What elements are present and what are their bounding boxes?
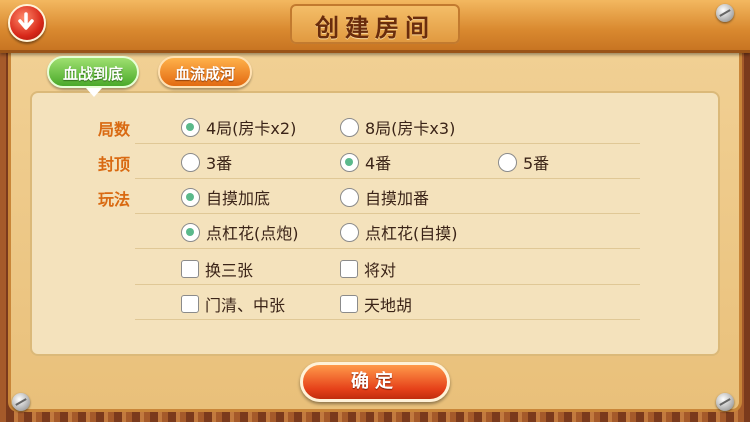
cap-option-5[interactable]: 5番 bbox=[498, 150, 549, 174]
radio-selected bbox=[340, 152, 359, 172]
screw-bottom-left bbox=[12, 393, 30, 411]
row-divider bbox=[135, 143, 640, 144]
row-divider bbox=[135, 213, 640, 214]
play-option-self-draw-base[interactable]: 自摸加底 bbox=[181, 185, 270, 209]
radio-selected bbox=[181, 222, 200, 242]
checkbox-pairs[interactable]: 将对 bbox=[340, 257, 396, 281]
tab-pointer bbox=[86, 88, 102, 97]
option-label: 4局(房卡x2) bbox=[206, 119, 297, 138]
back-arrow-icon bbox=[18, 12, 34, 30]
tab-xueliu[interactable]: 血流成河 bbox=[158, 56, 252, 88]
row-divider bbox=[135, 284, 640, 285]
cap-option-3[interactable]: 3番 bbox=[181, 150, 232, 174]
confirm-button[interactable]: 确定 bbox=[300, 362, 450, 402]
screw-top-right bbox=[716, 4, 734, 22]
tab-xuezhan[interactable]: 血战到底 bbox=[47, 56, 139, 88]
rounds-label: 局数 bbox=[98, 120, 131, 139]
option-label: 4番 bbox=[365, 154, 392, 173]
option-label: 将对 bbox=[364, 261, 397, 280]
radio-unselected bbox=[181, 152, 200, 172]
screw-bottom-right bbox=[716, 393, 734, 411]
option-label: 点杠花(自摸) bbox=[365, 224, 458, 243]
radio-unselected bbox=[340, 187, 359, 207]
cap-label: 封顶 bbox=[98, 155, 131, 174]
option-label: 自摸加底 bbox=[206, 189, 271, 208]
row-divider bbox=[135, 178, 640, 179]
play-label: 玩法 bbox=[98, 190, 131, 209]
back-button[interactable] bbox=[8, 4, 46, 42]
rounds-option-8[interactable]: 8局(房卡x3) bbox=[340, 115, 455, 139]
play-option-kong-self-draw[interactable]: 点杠花(自摸) bbox=[340, 220, 458, 244]
option-label: 3番 bbox=[206, 154, 233, 173]
option-label: 换三张 bbox=[205, 261, 254, 280]
checkbox-swap-three[interactable]: 换三张 bbox=[181, 257, 253, 281]
checkbox-concealed-middle[interactable]: 门清、中张 bbox=[181, 292, 285, 316]
header-bar: 创建房间 bbox=[0, 0, 750, 53]
option-label: 天地胡 bbox=[364, 296, 413, 315]
radio-unselected bbox=[340, 222, 359, 242]
page-title: 创建房间 bbox=[315, 14, 435, 42]
row-divider bbox=[135, 248, 640, 249]
checkbox bbox=[340, 260, 358, 278]
option-label: 8局(房卡x3) bbox=[365, 119, 456, 138]
option-label: 点杠花(点炮) bbox=[206, 224, 299, 243]
checkbox bbox=[181, 260, 199, 278]
play-option-self-draw-fan[interactable]: 自摸加番 bbox=[340, 185, 429, 209]
radio-unselected bbox=[340, 117, 359, 137]
checkbox bbox=[181, 295, 199, 313]
checkbox bbox=[340, 295, 358, 313]
radio-selected bbox=[181, 187, 200, 207]
play-option-kong-discard[interactable]: 点杠花(点炮) bbox=[181, 220, 299, 244]
cap-option-4[interactable]: 4番 bbox=[340, 150, 391, 174]
option-label: 自摸加番 bbox=[365, 189, 430, 208]
rounds-option-4[interactable]: 4局(房卡x2) bbox=[181, 115, 296, 139]
radio-unselected bbox=[498, 152, 517, 172]
row-divider bbox=[135, 319, 640, 320]
option-label: 5番 bbox=[523, 154, 550, 173]
option-label: 门清、中张 bbox=[205, 296, 286, 315]
radio-selected bbox=[181, 117, 200, 137]
checkbox-heaven-earth[interactable]: 天地胡 bbox=[340, 292, 412, 316]
